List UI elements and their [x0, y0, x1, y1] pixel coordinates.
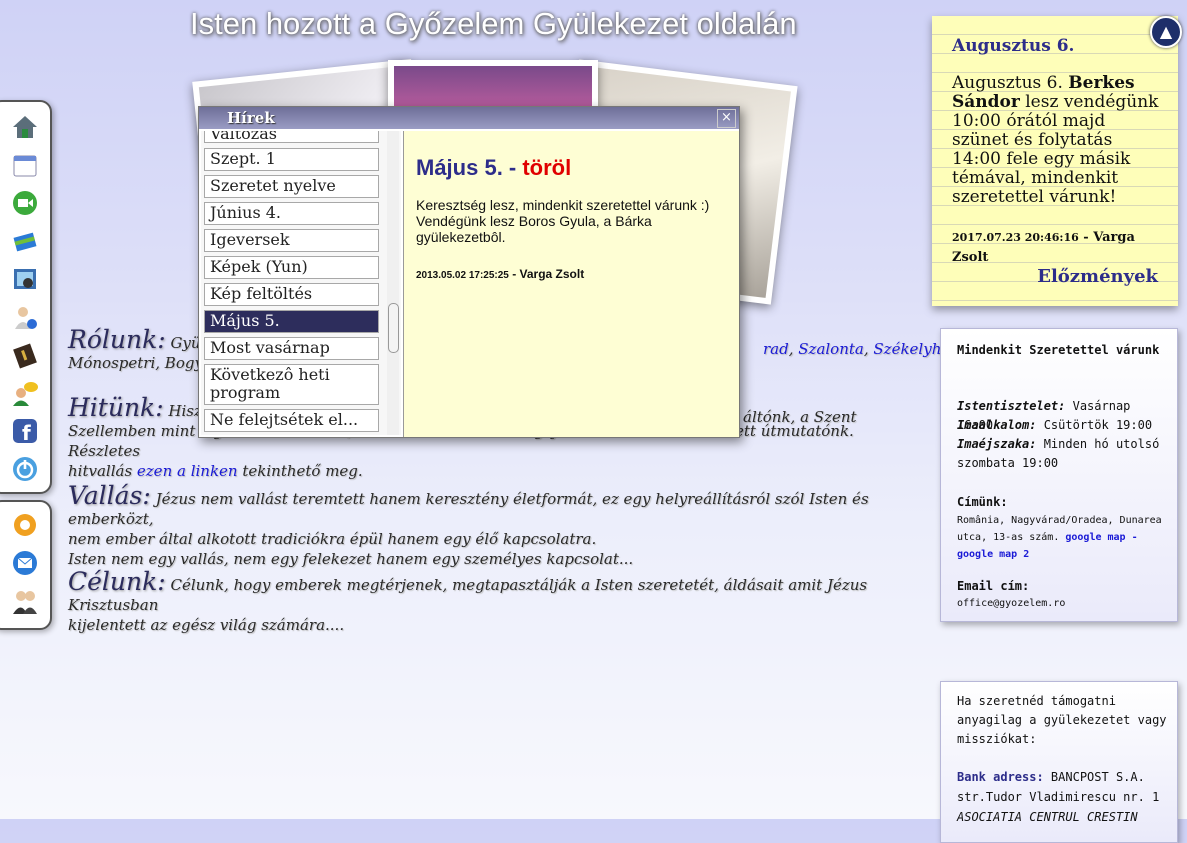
news-item-title: Május 5. - töröl — [416, 155, 571, 181]
list-item[interactable]: Igeversek — [204, 229, 379, 252]
side-dock-secondary — [0, 500, 52, 630]
news-list-scrollbar[interactable] — [387, 131, 399, 435]
power-icon[interactable] — [10, 454, 40, 484]
photo-camera-icon[interactable] — [10, 264, 40, 294]
prayer-value: Csütörtök 19:00 — [1036, 418, 1153, 432]
address-text: România, Nagyvárad/Oradea, Dunarea utca,… — [957, 512, 1167, 563]
books-icon[interactable] — [10, 226, 40, 256]
welcome-text: Mindenkit Szeretettel várunk — [957, 343, 1160, 357]
svg-text:f: f — [22, 421, 31, 445]
note-body-pre: Augusztus 6. — [952, 73, 1069, 93]
email-label: Email cím: — [957, 579, 1030, 593]
mail-icon[interactable] — [10, 548, 40, 578]
link-nagyvarad[interactable]: rad — [763, 340, 789, 358]
news-list: Változás Szept. 1 Szeretet nyelve Június… — [201, 131, 401, 435]
news-item-author: - Varga Zsolt — [508, 267, 585, 281]
news-item-body: Keresztség lesz, mindenkit szeretettel v… — [416, 197, 710, 245]
home-icon[interactable] — [10, 112, 40, 142]
close-icon[interactable]: × — [717, 109, 736, 128]
religion-text3: Isten nem egy vallás, nem egy felekezet … — [68, 550, 634, 568]
prayer-night-label: Imaéjszaka: — [957, 437, 1037, 451]
list-item[interactable]: Képek (Yun) — [204, 256, 379, 279]
list-item[interactable]: Szeretet nyelve — [204, 175, 379, 198]
link-szalonta[interactable]: Szalonta — [798, 340, 864, 358]
bible-icon[interactable] — [10, 340, 40, 370]
scrollbar-thumb[interactable] — [388, 303, 399, 353]
chat-users-icon[interactable] — [10, 378, 40, 408]
list-item[interactable]: Változás — [204, 131, 379, 143]
address-label: Címünk: — [957, 495, 1008, 509]
creed-link[interactable]: ezen a linken — [137, 462, 238, 480]
list-item[interactable]: Szept. 1 — [204, 148, 379, 171]
google-map-2-link[interactable]: google map 2 — [957, 549, 1029, 560]
separator: - — [1125, 532, 1138, 543]
announcement-note: Augusztus 6. Augusztus 6. Berkes Sándor … — [932, 16, 1178, 306]
news-title-text: Május 5. - — [416, 155, 523, 180]
list-item[interactable]: Június 4. — [204, 202, 379, 225]
scroll-up-button[interactable]: ▲ — [1150, 16, 1182, 48]
faith-heading: Hitünk: — [68, 393, 164, 422]
support-text: Ha szeretnéd támogatni anyagilag a gyüle… — [957, 694, 1167, 746]
side-dock: f — [0, 100, 52, 494]
goal-text2: kijelentett az egész világ számára.... — [68, 616, 345, 634]
separator: , — [788, 340, 799, 358]
prayer-label: Imaalkalom: — [957, 418, 1037, 432]
news-window-titlebar[interactable]: Hírek × — [199, 107, 739, 129]
bank-value: BANCPOST S.A. — [1043, 770, 1145, 784]
about-heading: Rólunk: — [68, 325, 166, 354]
site-title: Isten hozott a Győzelem Gyülekezet oldal… — [190, 6, 797, 41]
goal-section: Célunk: Célunk, hogy emberek megtérjenek… — [68, 569, 923, 635]
religion-section: Vallás: Jézus nem vallást teremtett hane… — [68, 483, 923, 569]
list-item[interactable]: Most vasárnap — [204, 337, 379, 360]
note-meta: 2017.07.23 20:46:16 - Varga Zsolt — [952, 228, 1162, 268]
news-window: Hírek × Változás Szept. 1 Szeretet nyelv… — [198, 106, 740, 438]
faith-text3a: hitvallás — [68, 462, 137, 480]
faith-text1: Hisz — [168, 402, 202, 420]
note-heading: Augusztus 6. — [952, 36, 1075, 56]
faith-text1b: áltónk, a Szent — [743, 408, 857, 426]
service-label: Istentisztelet: — [957, 399, 1066, 413]
list-item[interactable]: Következô heti program — [204, 364, 379, 405]
news-item-date: 2013.05.02 17:25:25 — [416, 270, 509, 281]
delete-link[interactable]: töröl — [522, 155, 571, 180]
video-icon[interactable] — [10, 188, 40, 218]
news-item-meta: 2013.05.02 17:25:25 - Varga Zsolt — [416, 267, 584, 281]
account-name: ASOCIATIA CENTRUL CRESTIN — [957, 810, 1138, 824]
list-item[interactable]: Kép feltöltés — [204, 283, 379, 306]
users-icon[interactable] — [10, 586, 40, 616]
goal-text1: Célunk, hogy emberek megtérjenek, megtap… — [68, 576, 868, 614]
google-map-link[interactable]: google map — [1065, 532, 1125, 543]
separator: , — [863, 340, 874, 358]
settings-icon[interactable] — [10, 510, 40, 540]
list-item-selected[interactable]: Május 5. — [204, 310, 379, 333]
religion-heading: Vallás: — [68, 481, 151, 510]
email-value[interactable]: office@gyozelem.ro — [957, 595, 1167, 612]
note-timestamp: 2017.07.23 20:46:16 — [952, 231, 1079, 244]
faith-text3b: tekinthető meg. — [237, 462, 363, 480]
news-window-title: Hírek — [227, 109, 275, 127]
religion-text1: Jézus nem vallást teremtett hanem keresz… — [68, 490, 869, 528]
religion-text2: nem ember által alkotott tradiciókra épü… — [68, 530, 597, 548]
list-item[interactable]: Ne felejtsétek el... — [204, 409, 379, 432]
history-link[interactable]: Előzmények — [1037, 266, 1158, 287]
user-info-icon[interactable] — [10, 302, 40, 332]
goal-heading: Célunk: — [68, 567, 166, 596]
info-box: Mindenkit Szeretettel várunk Istentiszte… — [940, 328, 1178, 622]
news-content: Május 5. - töröl Keresztség lesz, minden… — [403, 131, 739, 437]
bank-label: Bank adress: — [957, 770, 1044, 784]
facebook-icon[interactable]: f — [10, 416, 40, 446]
note-body: Augusztus 6. Berkes Sándor lesz vendégün… — [952, 74, 1162, 207]
bank-street: str.Tudor Vladimirescu nr. 1 — [957, 790, 1160, 804]
calendar-icon[interactable] — [10, 150, 40, 180]
